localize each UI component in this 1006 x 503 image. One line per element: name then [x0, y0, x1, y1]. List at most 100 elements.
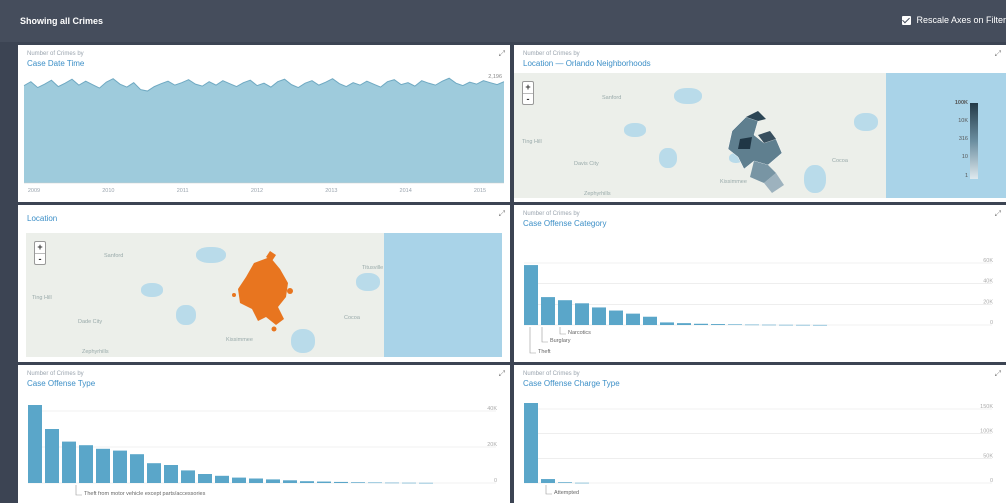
zoom-in-button[interactable]: +: [523, 82, 533, 93]
date-area-chart[interactable]: 2,196 2009 2010 2011 2012 2013 2014 2015: [18, 45, 510, 202]
legend-label: 316: [958, 136, 968, 142]
page-title: Showing all Crimes: [20, 16, 104, 26]
x-tick-label: 2013: [325, 188, 337, 194]
zoom-in-button[interactable]: +: [35, 242, 45, 253]
bar: [558, 482, 572, 483]
bar: [626, 313, 640, 325]
y-tick-label: 20K: [487, 442, 497, 448]
map-label: Sanford: [602, 95, 622, 101]
panel-neighborhoods: Number of Crimes by Location — Orlando N…: [514, 45, 1006, 202]
bar: [575, 303, 589, 325]
bar: [130, 454, 144, 483]
y-tick-label: 40K: [983, 279, 993, 285]
panel-charge-type: Number of Crimes by Case Offense Charge …: [514, 365, 1006, 503]
zoom-control: + -: [522, 81, 534, 105]
bar: [368, 482, 382, 484]
bar: [232, 477, 246, 483]
panel-location: Location ⤢ + - Sanford Titusville Ting H…: [18, 205, 510, 362]
y-tick-label: 150K: [980, 404, 993, 410]
x-tick-label: 2010: [102, 188, 114, 194]
rescale-axes-toggle[interactable]: Rescale Axes on Filter: [902, 15, 1006, 25]
bar: [419, 482, 433, 484]
x-tick-label: 2012: [251, 188, 263, 194]
bar: [575, 482, 589, 484]
legend-gradient: [970, 103, 978, 179]
bar: [181, 470, 195, 483]
panel-title[interactable]: Location: [27, 214, 57, 223]
bar: [779, 324, 793, 326]
bar: [660, 322, 674, 325]
bar: [351, 482, 365, 483]
bar: [198, 474, 212, 483]
zoom-out-button[interactable]: -: [523, 93, 533, 104]
bar: [592, 307, 606, 325]
bar: [249, 478, 263, 483]
bar: [62, 441, 76, 483]
bar: [96, 448, 110, 483]
bar: [300, 481, 314, 483]
area-fill: [24, 78, 504, 183]
panel-title[interactable]: Location — Orlando Neighborhoods: [523, 59, 651, 68]
bar: [541, 297, 555, 325]
choropleth-map[interactable]: + - Sanford Ting Hill Davis City Cocoa K…: [514, 73, 1006, 198]
neighborhood-shapes[interactable]: [514, 73, 1006, 198]
y-tick-label: 50K: [983, 453, 993, 459]
category-label: Theft: [538, 349, 551, 355]
x-tick-label: 2011: [177, 188, 189, 194]
bar: [643, 316, 657, 325]
map-label: Ting Hill: [32, 295, 52, 301]
map-label: Cocoa: [344, 315, 360, 321]
expand-icon[interactable]: ⤢: [499, 209, 505, 219]
point-map[interactable]: + - Sanford Titusville Ting Hill Dade Ci…: [26, 233, 502, 357]
crime-points[interactable]: [26, 233, 502, 357]
category-label: Narcotics: [568, 330, 591, 336]
bar: [609, 310, 623, 325]
panel-case-date-time: Number of Crimes by Case Date Time ⤢ 2,1…: [18, 45, 510, 202]
y-tick-label: 100K: [980, 429, 993, 435]
bar: [728, 324, 742, 325]
bar: [283, 480, 297, 483]
legend-label: 1: [964, 173, 968, 179]
expand-icon[interactable]: ⤢: [995, 49, 1001, 59]
map-label: Kissimmee: [720, 179, 747, 185]
rescale-checkbox[interactable]: [902, 15, 912, 25]
bar: [215, 475, 229, 483]
bar: [334, 481, 348, 483]
category-tick: [529, 327, 536, 354]
x-tick-label: 2014: [400, 188, 412, 194]
bar: [79, 445, 93, 483]
map-label: Dade City: [78, 319, 103, 325]
y-tick-label: 20K: [983, 299, 993, 305]
zoom-out-button[interactable]: -: [35, 253, 45, 264]
bar: [385, 482, 399, 484]
category-label: Attempted: [554, 490, 579, 496]
top-bar: Showing all Crimes Rescale Axes on Filte…: [0, 0, 1006, 42]
bar: [266, 479, 280, 483]
bar: [402, 482, 416, 484]
y-tick-label: 0: [990, 320, 993, 326]
offense-category-bar-chart[interactable]: 60K 40K 20K 0 Theft Burglary Narcotics: [514, 205, 1006, 362]
bar: [796, 324, 810, 326]
bar: [677, 323, 691, 325]
charge-type-bar-chart[interactable]: 150K 100K 50K 0 Attempted: [514, 365, 1006, 503]
bar: [45, 429, 59, 483]
panel-offense-type: Number of Crimes by Case Offense Type ⤢ …: [18, 365, 510, 503]
bar: [113, 450, 127, 483]
map-label: Sanford: [104, 253, 124, 259]
bar: [762, 324, 776, 326]
legend-label: 100K: [954, 100, 968, 106]
y-tick-label: 60K: [983, 258, 993, 264]
category-tick: [545, 485, 552, 495]
legend-label: 10K: [958, 118, 968, 124]
map-legend: 100K 10K 316 10 1: [955, 100, 980, 179]
bar: [147, 463, 161, 483]
map-label: Ting Hill: [522, 139, 542, 145]
category-tick: [75, 485, 82, 496]
y-max-label: 2,196: [488, 74, 502, 80]
map-label: Titusville: [362, 265, 384, 271]
bar: [745, 324, 759, 326]
bar: [694, 323, 708, 325]
map-label: Zephyrhills: [82, 349, 109, 355]
legend-label: 10: [961, 154, 968, 160]
offense-type-bar-chart[interactable]: 40K 20K 0 Theft from motor vehicle except p…: [18, 365, 510, 503]
